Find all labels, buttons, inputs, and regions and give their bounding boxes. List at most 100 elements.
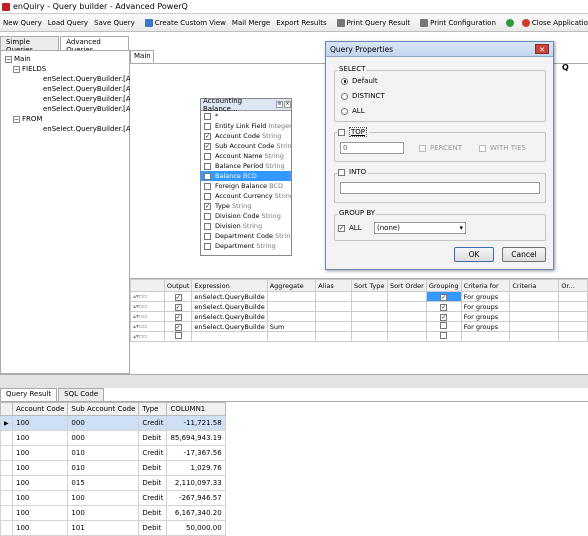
row-move-handle[interactable]: ▴▾▫▫ xyxy=(130,321,165,332)
criteria-for-cell[interactable]: For groups xyxy=(460,301,511,312)
close-application-button[interactable]: Close Application xyxy=(519,18,588,27)
tab-sql-code[interactable]: SQL Code xyxy=(58,388,105,401)
collapse-icon[interactable]: − xyxy=(13,65,20,73)
table-field-row[interactable]: Department CodeString xyxy=(201,231,291,241)
table-field-row[interactable]: Foreign Balance BCD xyxy=(201,181,291,191)
sort-type-cell[interactable] xyxy=(351,311,388,322)
mail-merge-button[interactable]: Mail Merge xyxy=(229,19,273,27)
results-cell[interactable]: Debit xyxy=(138,505,168,521)
alias-cell[interactable] xyxy=(315,321,353,332)
results-cell[interactable]: 2,110,097.33 xyxy=(166,475,226,491)
output-checkbox-cell[interactable]: ✓ xyxy=(163,301,193,312)
results-cell[interactable]: Debit xyxy=(138,475,168,491)
results-cell[interactable]: 000 xyxy=(67,430,140,446)
grouping-checkbox[interactable]: ✓ xyxy=(440,313,448,321)
criteria-cell[interactable] xyxy=(509,331,560,342)
results-cell[interactable]: 010 xyxy=(67,445,140,461)
close-icon[interactable]: × xyxy=(284,101,291,108)
table-object-box[interactable]: Accounting Balance... ≡ × * Entity Link Fi… xyxy=(200,97,292,256)
tab-advanced-queries[interactable]: Advanced Queries xyxy=(60,36,129,54)
group-by-all-checkbox[interactable]: ✓ ALL xyxy=(338,224,362,232)
tree-node-field[interactable]: enSelect.QueryBuilder.[Acco xyxy=(43,85,143,93)
percent-checkbox[interactable]: PERCENT xyxy=(416,144,462,152)
field-checkbox[interactable] xyxy=(204,162,211,170)
output-checkbox[interactable]: ✓ xyxy=(174,293,182,301)
row-move-handle[interactable]: ▴▾▫▫ xyxy=(130,311,165,322)
or-cell[interactable] xyxy=(558,291,588,302)
results-cell[interactable]: 100 xyxy=(11,415,69,431)
alias-cell[interactable] xyxy=(315,291,353,302)
results-cell[interactable]: Credit xyxy=(138,490,168,506)
tree-node-field[interactable]: enSelect.QueryBuilder.[Acco xyxy=(43,105,143,113)
field-checkbox[interactable] xyxy=(204,172,211,180)
sort-type-cell[interactable] xyxy=(351,291,388,302)
sort-type-cell[interactable] xyxy=(351,321,388,332)
grouping-checkbox[interactable] xyxy=(440,332,448,339)
field-checkbox[interactable] xyxy=(204,152,211,160)
results-cell[interactable]: Debit xyxy=(138,430,168,446)
collapse-icon[interactable]: − xyxy=(5,55,12,63)
field-checkbox[interactable] xyxy=(204,182,211,190)
dialog-close-button[interactable]: ✕ xyxy=(535,44,549,54)
results-row[interactable]: 100 000 Debit 85,694,943.19 xyxy=(0,430,226,446)
field-checkbox[interactable] xyxy=(204,112,211,120)
results-cell[interactable]: Credit xyxy=(138,445,168,461)
results-cell[interactable]: 015 xyxy=(67,475,140,491)
grid-column-header[interactable]: Sort Type xyxy=(351,279,388,292)
alias-cell[interactable] xyxy=(315,311,353,322)
aggregate-cell[interactable] xyxy=(266,331,317,342)
results-cell[interactable]: 100 xyxy=(11,490,69,506)
aggregate-cell[interactable] xyxy=(266,291,317,302)
expression-cell[interactable] xyxy=(191,331,268,342)
field-checkbox[interactable]: ✓ xyxy=(204,132,211,140)
field-checkbox[interactable]: ✓ xyxy=(204,202,211,210)
criteria-cell[interactable] xyxy=(509,311,560,322)
results-cell[interactable]: 100 xyxy=(67,505,140,521)
tree-node-fields[interactable]: − FIELDS xyxy=(13,65,46,73)
collapse-icon[interactable]: − xyxy=(13,115,20,123)
checkbox[interactable] xyxy=(419,144,426,152)
table-field-row[interactable]: Department String xyxy=(201,241,291,251)
aggregate-cell[interactable] xyxy=(266,311,317,322)
or-cell[interactable] xyxy=(558,311,588,322)
radio-distinct[interactable]: DISTINCT xyxy=(341,92,385,100)
criteria-cell[interactable] xyxy=(509,291,560,302)
tree-node-field[interactable]: enSelect.QueryBuilder.[Acco xyxy=(43,95,143,103)
into-input[interactable] xyxy=(340,182,540,194)
output-checkbox-cell[interactable] xyxy=(163,331,193,342)
tab-simple-queries[interactable]: Simple Queries xyxy=(0,36,60,54)
results-cell[interactable]: -267,946.57 xyxy=(166,490,226,506)
grid-row[interactable]: ▴▾▫▫ ✓ enSelect.QueryBuilde Sum For groups xyxy=(130,321,588,332)
results-cell[interactable]: 100 xyxy=(11,445,69,461)
radio-all[interactable]: ALL xyxy=(341,107,365,115)
results-row[interactable]: 100 010 Debit 1,029.76 xyxy=(0,460,226,476)
row-move-handle[interactable]: ▴▾▫▫ xyxy=(130,291,165,302)
results-cell[interactable]: 6,167,340.20 xyxy=(166,505,226,521)
top-value-input[interactable]: 0 xyxy=(340,142,404,154)
grid-column-header[interactable]: Or... xyxy=(558,279,588,292)
grid-row[interactable]: ▴▾▫▫ ✓ enSelect.QueryBuilde ✓ For groups xyxy=(130,291,588,302)
radio-button[interactable] xyxy=(341,77,348,85)
checkbox[interactable] xyxy=(338,128,345,136)
new-query-button[interactable]: New Query xyxy=(0,19,45,27)
table-field-row[interactable]: ✓ Type String xyxy=(201,201,291,211)
grid-column-header[interactable]: Criteria for xyxy=(460,279,511,292)
checkbox[interactable] xyxy=(479,144,486,152)
criteria-for-cell[interactable]: For groups xyxy=(460,311,511,322)
aggregate-cell[interactable] xyxy=(266,301,317,312)
table-field-row[interactable]: ✓ Account Code String xyxy=(201,131,291,141)
export-results-button[interactable]: Export Results xyxy=(273,19,329,27)
results-cell[interactable]: 100 xyxy=(67,490,140,506)
expression-cell[interactable]: enSelect.QueryBuilde xyxy=(191,301,268,312)
radio-button[interactable] xyxy=(341,92,348,100)
sort-order-cell[interactable] xyxy=(386,311,427,322)
grid-column-header[interactable]: Aggregate xyxy=(266,279,317,292)
results-cell[interactable]: 000 xyxy=(67,415,140,431)
grouping-checkbox-cell[interactable] xyxy=(425,321,462,332)
grid-column-header[interactable]: Sort Order xyxy=(386,279,427,292)
table-box-header[interactable]: Accounting Balance... ≡ × xyxy=(201,97,291,113)
tree-node-field[interactable]: enSelect.QueryBuilder.[Acco xyxy=(43,75,143,83)
grid-column-header[interactable]: Alias xyxy=(315,279,353,292)
table-field-row[interactable]: ✓ Sub Account CodeString xyxy=(201,141,291,151)
results-cell[interactable]: 100 xyxy=(11,430,69,446)
